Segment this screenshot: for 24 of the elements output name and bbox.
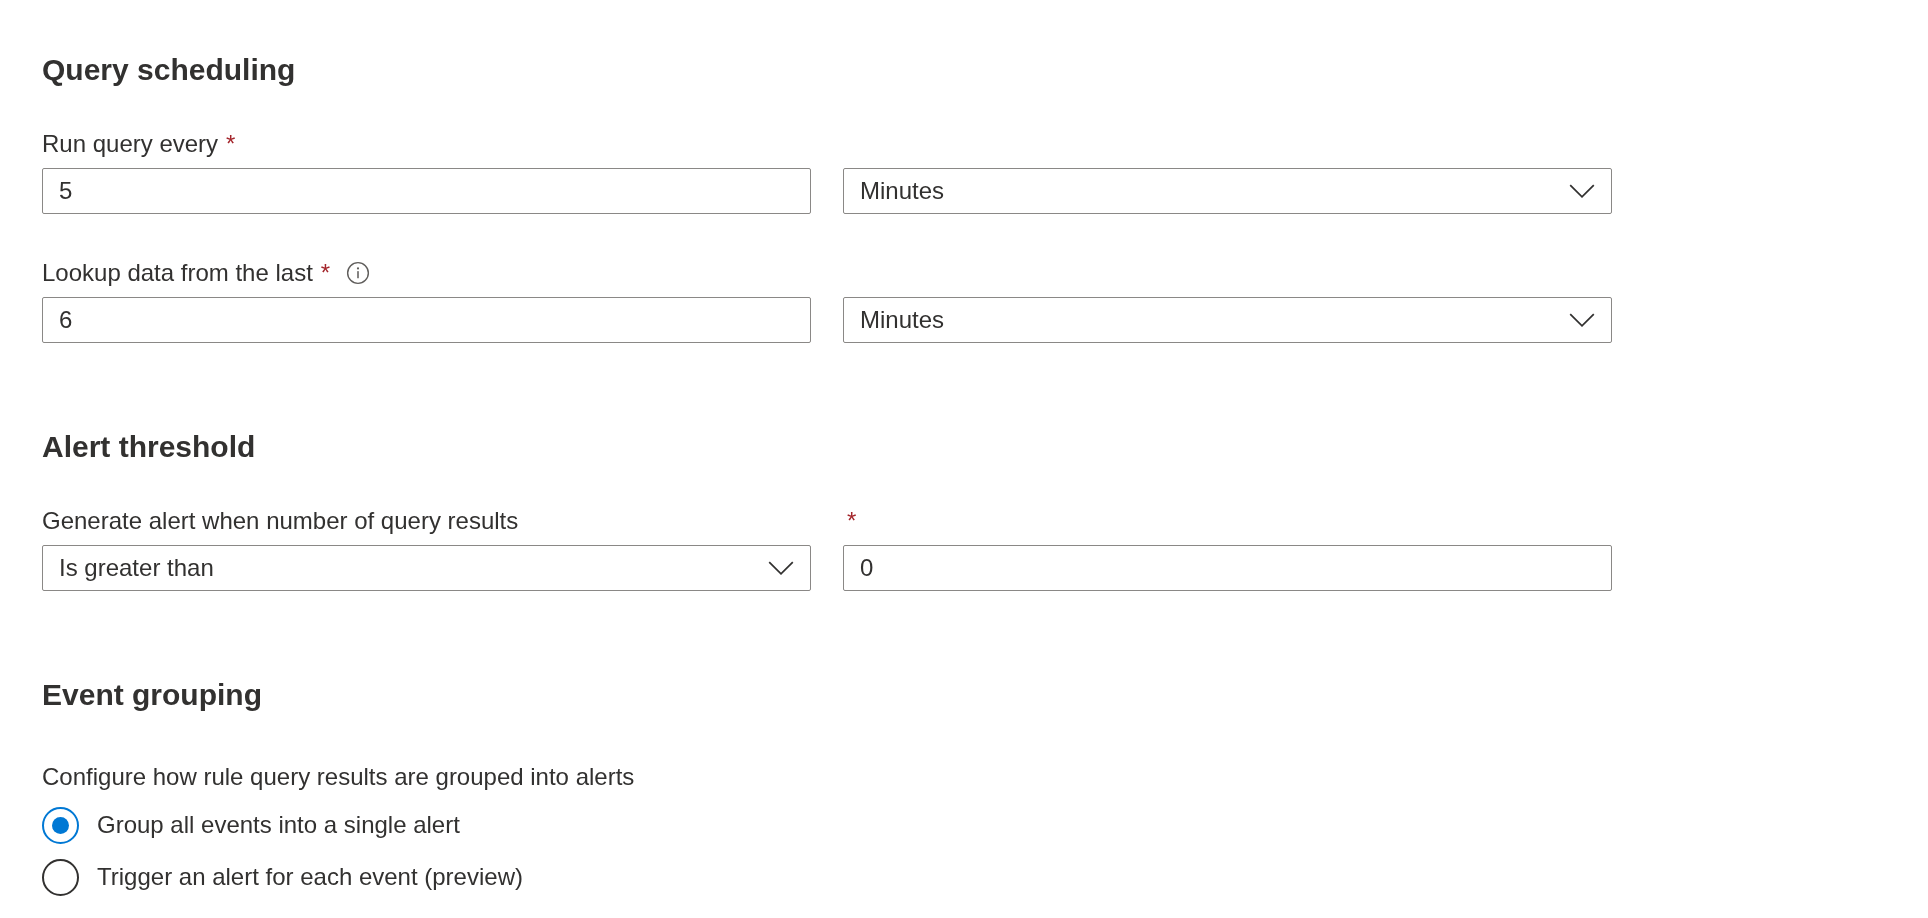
input-field[interactable]: 0: [843, 545, 1612, 591]
dropdown[interactable]: Minutes: [843, 168, 1612, 214]
field-label: Run query every: [42, 129, 219, 159]
chevron-down-icon: [1569, 183, 1595, 199]
required-asterisk: *: [320, 258, 331, 288]
chevron-down-icon: [1569, 312, 1595, 328]
radio-button[interactable]: [42, 806, 79, 844]
required-asterisk: *: [847, 506, 857, 536]
description-text: Configure how rule query results are grouped into alerts: [42, 762, 636, 792]
required-asterisk: *: [226, 129, 236, 159]
dropdown[interactable]: Is greater than: [42, 545, 811, 591]
dropdown[interactable]: Minutes: [843, 297, 1612, 343]
info-icon[interactable]: [346, 261, 371, 285]
field-label: Lookup data from the last: [42, 258, 313, 288]
radio-option[interactable]: Trigger an alert for each event (preview): [42, 851, 1928, 903]
section-heading: Alert threshold: [42, 429, 257, 465]
field-label: Generate alert when number of query results: [42, 506, 519, 536]
section-heading: Event grouping: [42, 677, 263, 713]
input-field[interactable]: 6: [42, 297, 811, 343]
radio-option[interactable]: Group all events into a single alert: [42, 799, 1928, 851]
chevron-down-icon: [768, 560, 794, 576]
section-heading: Query scheduling: [42, 52, 297, 88]
input-field[interactable]: 5: [42, 168, 811, 214]
radio-button[interactable]: [42, 858, 79, 896]
